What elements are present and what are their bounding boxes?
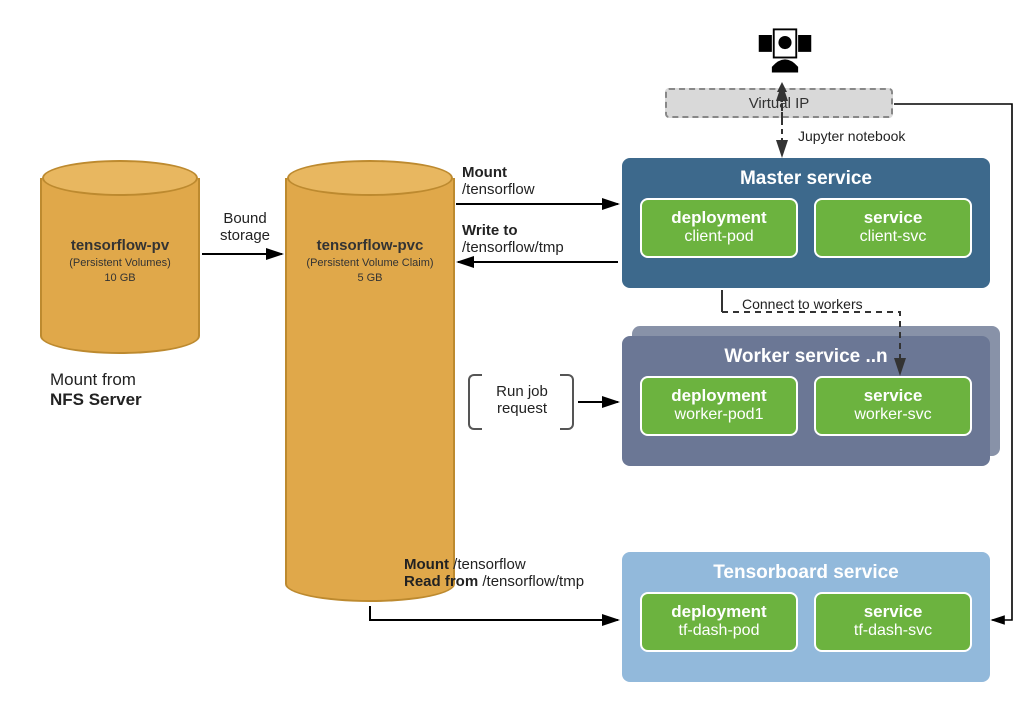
panel-master: Master service deployment client-pod ser…: [622, 158, 990, 288]
master-dep-head: deployment: [648, 208, 790, 228]
worker-svc-sub: worker-svc: [822, 406, 964, 424]
cylinder-pvc: tensorflow-pvc (Persistent Volume Claim)…: [285, 178, 455, 602]
label-writeto: Write to /tensorflow/tmp: [462, 222, 564, 256]
pv-subtitle: (Persistent Volumes): [42, 256, 198, 271]
panel-tensorboard: Tensorboard service deployment tf-dash-p…: [622, 552, 990, 682]
master-deployment: deployment client-pod: [640, 198, 798, 258]
label-runjob: Run job request: [486, 383, 558, 417]
tensor-dep-head: deployment: [648, 602, 790, 622]
writeto-b: Write to: [462, 222, 518, 239]
master-dep-sub: client-pod: [648, 228, 790, 246]
writeto-rest: /tensorflow/tmp: [462, 239, 564, 256]
master-svc-head: service: [822, 208, 964, 228]
label-bound: Bound storage: [206, 210, 284, 244]
master-svc-sub: client-svc: [822, 228, 964, 246]
master-service: service client-svc: [814, 198, 972, 258]
tensor-svc-head: service: [822, 602, 964, 622]
worker-title: Worker service ..n: [636, 346, 976, 368]
mount2-b: Mount: [404, 556, 449, 573]
bracket-right: [560, 374, 574, 430]
bound-text: Bound storage: [220, 210, 270, 244]
label-connect: Connect to workers: [742, 296, 863, 312]
tensor-deployment: deployment tf-dash-pod: [640, 592, 798, 652]
readfrom-b: Read from: [404, 573, 478, 590]
nfs-line2: NFS Server: [50, 390, 142, 409]
label-mount: Mount /tensorflow: [462, 164, 535, 198]
worker-dep-sub: worker-pod1: [648, 406, 790, 424]
nfs-label: Mount from NFS Server: [50, 370, 142, 410]
bracket-left: [468, 374, 482, 430]
pvc-title: tensorflow-pvc: [287, 236, 453, 256]
worker-svc-head: service: [822, 386, 964, 406]
tensor-service: service tf-dash-svc: [814, 592, 972, 652]
pvc-subtitle: (Persistent Volume Claim): [287, 256, 453, 271]
user-icon: [755, 20, 815, 80]
master-title: Master service: [636, 168, 976, 190]
pv-title: tensorflow-pv: [42, 236, 198, 256]
nfs-line1: Mount from: [50, 370, 136, 389]
pvc-size: 5 GB: [287, 271, 453, 286]
tensor-svc-sub: tf-dash-svc: [822, 622, 964, 640]
tensor-title: Tensorboard service: [636, 562, 976, 584]
label-jupyter: Jupyter notebook: [798, 128, 905, 144]
mount-rest: /tensorflow: [462, 181, 535, 198]
label-mount-read: Mount /tensorflow Read from /tensorflow/…: [404, 556, 584, 590]
pv-size: 10 GB: [42, 271, 198, 286]
cylinder-pv: tensorflow-pv (Persistent Volumes) 10 GB: [40, 178, 200, 354]
readfrom-rest: /tensorflow/tmp: [482, 573, 584, 590]
worker-dep-head: deployment: [648, 386, 790, 406]
tensor-dep-sub: tf-dash-pod: [648, 622, 790, 640]
worker-deployment: deployment worker-pod1: [640, 376, 798, 436]
virtual-ip-box: Virtual IP: [665, 88, 893, 118]
worker-service: service worker-svc: [814, 376, 972, 436]
mount2-rest: /tensorflow: [453, 556, 526, 573]
mount-b: Mount: [462, 164, 507, 181]
panel-worker: Worker service ..n deployment worker-pod…: [622, 336, 990, 466]
